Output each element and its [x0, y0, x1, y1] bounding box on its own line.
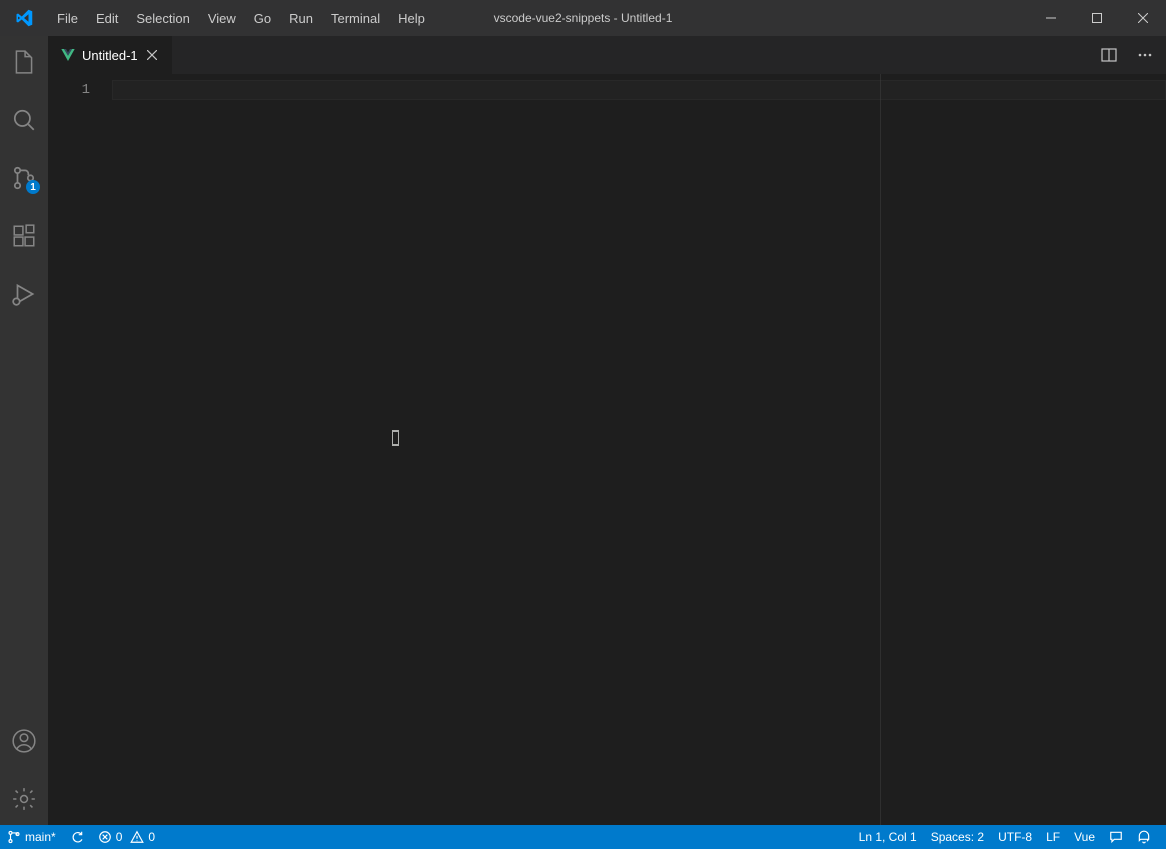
activity-bar-bottom	[0, 721, 48, 819]
menu-go[interactable]: Go	[245, 0, 280, 36]
status-branch[interactable]: main*	[0, 825, 63, 849]
editor-region: Untitled-1	[48, 36, 1166, 825]
split-editor-button[interactable]	[1096, 42, 1122, 68]
menu-label: File	[57, 11, 78, 26]
menu-label: View	[208, 11, 236, 26]
cursor-pos-label: Ln 1, Col 1	[859, 830, 917, 844]
tab-bar: Untitled-1	[48, 36, 1166, 74]
editor-body[interactable]: 1	[48, 74, 1166, 825]
window-maximize-button[interactable]	[1074, 0, 1120, 36]
encoding-label: UTF-8	[998, 830, 1032, 844]
status-bar: main* 0 0 Ln 1, Col 1 Spaces: 2 UTF-8 LF…	[0, 825, 1166, 849]
code-area[interactable]	[112, 74, 1166, 825]
source-control-badge: 1	[26, 180, 40, 194]
menu-view[interactable]: View	[199, 0, 245, 36]
status-eol[interactable]: LF	[1039, 825, 1067, 849]
editor-ruler	[880, 74, 881, 825]
menu-file[interactable]: File	[48, 0, 87, 36]
explorer-icon[interactable]	[0, 42, 48, 82]
main-body: 1	[0, 36, 1166, 825]
titlebar: File Edit Selection View Go Run Terminal…	[0, 0, 1166, 36]
activity-bar: 1	[0, 36, 48, 825]
menu-selection[interactable]: Selection	[127, 0, 198, 36]
window-minimize-button[interactable]	[1028, 0, 1074, 36]
search-icon[interactable]	[0, 100, 48, 140]
menu-label: Help	[398, 11, 425, 26]
menu-label: Terminal	[331, 11, 380, 26]
more-actions-button[interactable]	[1132, 42, 1158, 68]
indent-label: Spaces: 2	[931, 830, 984, 844]
account-icon[interactable]	[0, 721, 48, 761]
status-feedback-button[interactable]	[1102, 825, 1130, 849]
menu-bar: File Edit Selection View Go Run Terminal…	[48, 0, 434, 36]
vscode-logo-icon	[0, 9, 48, 27]
menu-label: Selection	[136, 11, 189, 26]
tabs-container: Untitled-1	[48, 36, 173, 74]
menu-edit[interactable]: Edit	[87, 0, 127, 36]
tab-label: Untitled-1	[82, 48, 138, 63]
status-encoding[interactable]: UTF-8	[991, 825, 1039, 849]
language-label: Vue	[1074, 830, 1095, 844]
branch-name: main*	[25, 830, 56, 844]
menu-help[interactable]: Help	[389, 0, 434, 36]
menu-run[interactable]: Run	[280, 0, 322, 36]
activity-bar-top: 1	[0, 42, 48, 314]
tab-close-button[interactable]	[144, 47, 160, 63]
text-cursor-icon	[392, 430, 399, 446]
status-language-mode[interactable]: Vue	[1067, 825, 1102, 849]
tab-untitled-1[interactable]: Untitled-1	[48, 36, 173, 74]
current-line-highlight	[112, 80, 1166, 100]
menu-terminal[interactable]: Terminal	[322, 0, 389, 36]
status-notifications-button[interactable]	[1130, 825, 1158, 849]
source-control-icon[interactable]: 1	[0, 158, 48, 198]
window-controls	[1028, 0, 1166, 36]
menu-label: Edit	[96, 11, 118, 26]
eol-label: LF	[1046, 830, 1060, 844]
status-indentation[interactable]: Spaces: 2	[924, 825, 991, 849]
status-cursor-position[interactable]: Ln 1, Col 1	[852, 825, 924, 849]
run-debug-icon[interactable]	[0, 274, 48, 314]
menu-label: Run	[289, 11, 313, 26]
gear-icon[interactable]	[0, 779, 48, 819]
line-number-gutter: 1	[48, 74, 112, 825]
status-bar-right: Ln 1, Col 1 Spaces: 2 UTF-8 LF Vue	[852, 825, 1158, 849]
app-window: File Edit Selection View Go Run Terminal…	[0, 0, 1166, 849]
window-title: vscode-vue2-snippets - Untitled-1	[494, 11, 673, 25]
status-problems[interactable]: 0 0	[91, 825, 162, 849]
tab-actions	[1096, 36, 1166, 74]
extensions-icon[interactable]	[0, 216, 48, 256]
status-bar-left: main* 0 0	[0, 825, 162, 849]
status-sync-button[interactable]	[63, 825, 91, 849]
error-count: 0	[116, 830, 123, 844]
warning-count: 0	[148, 830, 155, 844]
vue-icon	[60, 47, 76, 63]
window-close-button[interactable]	[1120, 0, 1166, 36]
line-number: 1	[48, 80, 112, 100]
menu-label: Go	[254, 11, 271, 26]
